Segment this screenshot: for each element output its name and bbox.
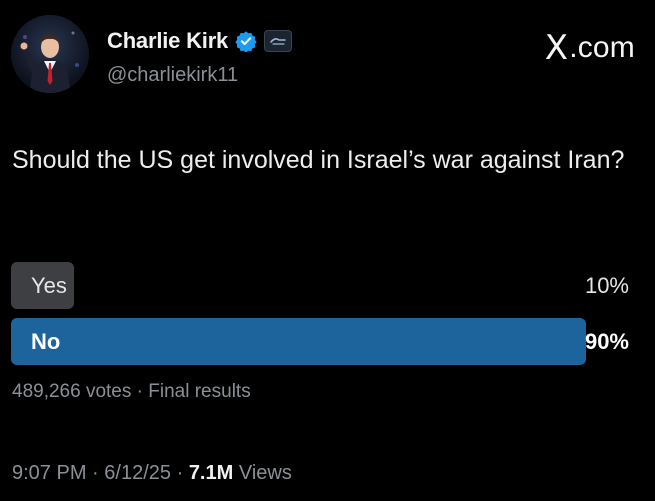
affiliate-badge-icon[interactable]: [264, 30, 293, 52]
poll-percent-no: 90%: [584, 329, 629, 354]
poll-percent-yes: 10%: [584, 273, 629, 298]
post-timestamp-row: 9:07 PM · 6/12/25 · 7.1M Views: [12, 462, 292, 485]
author-display-name[interactable]: Charlie Kirk: [107, 28, 228, 54]
meta-separator: ·: [176, 462, 184, 484]
watermark-domain: .com: [569, 31, 635, 64]
meta-separator: ·: [92, 462, 99, 484]
author-name-row: Charlie Kirk: [107, 28, 293, 54]
poll-option-label: No: [31, 329, 61, 354]
views-count: 7.1M: [188, 462, 234, 484]
avatar[interactable]: [11, 15, 89, 93]
x-com-watermark: X .com: [545, 28, 635, 68]
poll-bar-no: [11, 318, 586, 365]
views-label: Views: [238, 462, 292, 484]
poll-option-yes[interactable]: Yes: [11, 262, 586, 309]
poll-vote-count: 489,266 votes: [12, 381, 132, 402]
author-handle[interactable]: @charliekirk11: [107, 64, 238, 87]
poll-option-no[interactable]: No: [11, 318, 586, 365]
poll-option-label: Yes: [31, 273, 67, 298]
post-card: Charlie Kirk @charliekirk11 X .com Should…: [0, 0, 655, 501]
profile-photo-avatar: [11, 15, 89, 93]
x-logo-icon: X: [544, 28, 569, 68]
post-text: Should the US get involved in Israel’s w…: [12, 146, 625, 174]
poll-status: Final results: [148, 381, 251, 402]
post-time[interactable]: 9:07 PM: [12, 462, 86, 484]
poll-summary: 489,266 votes · Final results: [12, 381, 251, 403]
meta-separator: ·: [136, 381, 143, 402]
affiliate-logo-icon: [270, 38, 286, 45]
post-date[interactable]: 6/12/25: [104, 462, 171, 484]
verified-badge-icon: [235, 31, 257, 52]
